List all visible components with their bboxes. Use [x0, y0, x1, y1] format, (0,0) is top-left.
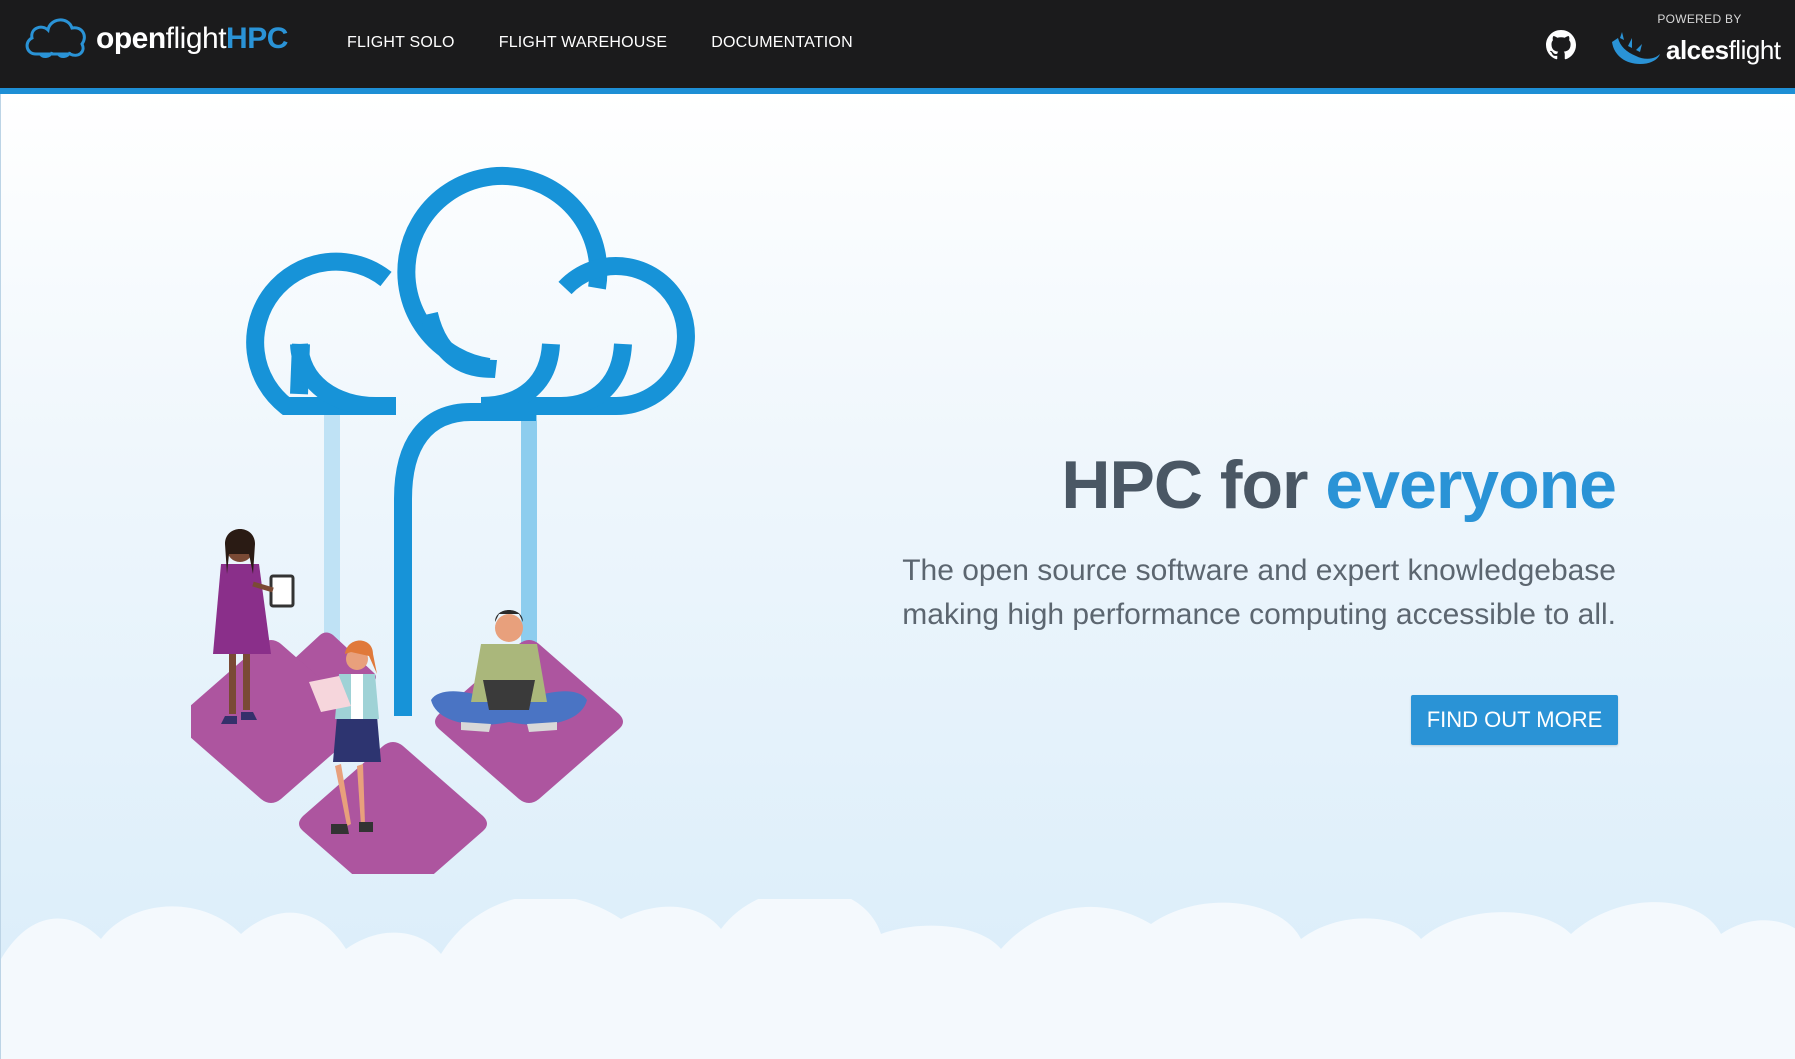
logo-open-text: open [96, 22, 166, 55]
nav-flight-solo[interactable]: FLIGHT SOLO [347, 34, 455, 52]
alces-antler-icon [1612, 32, 1660, 64]
nav-documentation[interactable]: DOCUMENTATION [711, 34, 853, 52]
hero-title: HPC for everyone [1061, 446, 1617, 524]
platform-center [299, 742, 487, 874]
openflighthpc-logo[interactable]: openflightHPC [22, 14, 288, 62]
hero-section: HPC for everyone The open source softwar… [0, 94, 1795, 1059]
cloud-people-illustration [191, 167, 695, 874]
bottom-clouds-decoration [1, 899, 1795, 1059]
logo-wordmark: openflightHPC [96, 22, 288, 56]
alces-flight-wordmark: alcesflight [1666, 35, 1781, 66]
flight-text: flight [1728, 34, 1781, 65]
hero-subtitle-line1: The open source software and expert know… [902, 554, 1616, 587]
hero-title-accent: everyone [1325, 447, 1617, 523]
hero-title-main: HPC for [1061, 447, 1326, 523]
support-pole-right [521, 406, 537, 646]
powered-by-badge[interactable]: POWERED BY alcesflight [1610, 12, 1785, 68]
logo-flight-text: flight [165, 22, 227, 55]
github-link[interactable] [1546, 30, 1576, 60]
main-nav: FLIGHT SOLO FLIGHT WAREHOUSE DOCUMENTATI… [347, 34, 853, 52]
hero-subtitle: The open source software and expert know… [856, 549, 1616, 637]
powered-by-label: POWERED BY [1657, 12, 1742, 26]
logo-hpc-text: HPC [226, 22, 288, 55]
hero-subtitle-line2: making high performance computing access… [902, 598, 1616, 631]
top-navbar: openflightHPC FLIGHT SOLO FLIGHT WAREHOU… [0, 0, 1795, 94]
alces-flight-logo: alcesflight [1610, 32, 1785, 68]
find-out-more-button[interactable]: FIND OUT MORE [1411, 695, 1618, 745]
nav-flight-warehouse[interactable]: FLIGHT WAREHOUSE [499, 34, 668, 52]
cloud-logo-icon [25, 18, 86, 58]
alces-text: alces [1666, 34, 1729, 65]
cloud-outline [246, 167, 695, 716]
github-icon [1546, 30, 1576, 60]
